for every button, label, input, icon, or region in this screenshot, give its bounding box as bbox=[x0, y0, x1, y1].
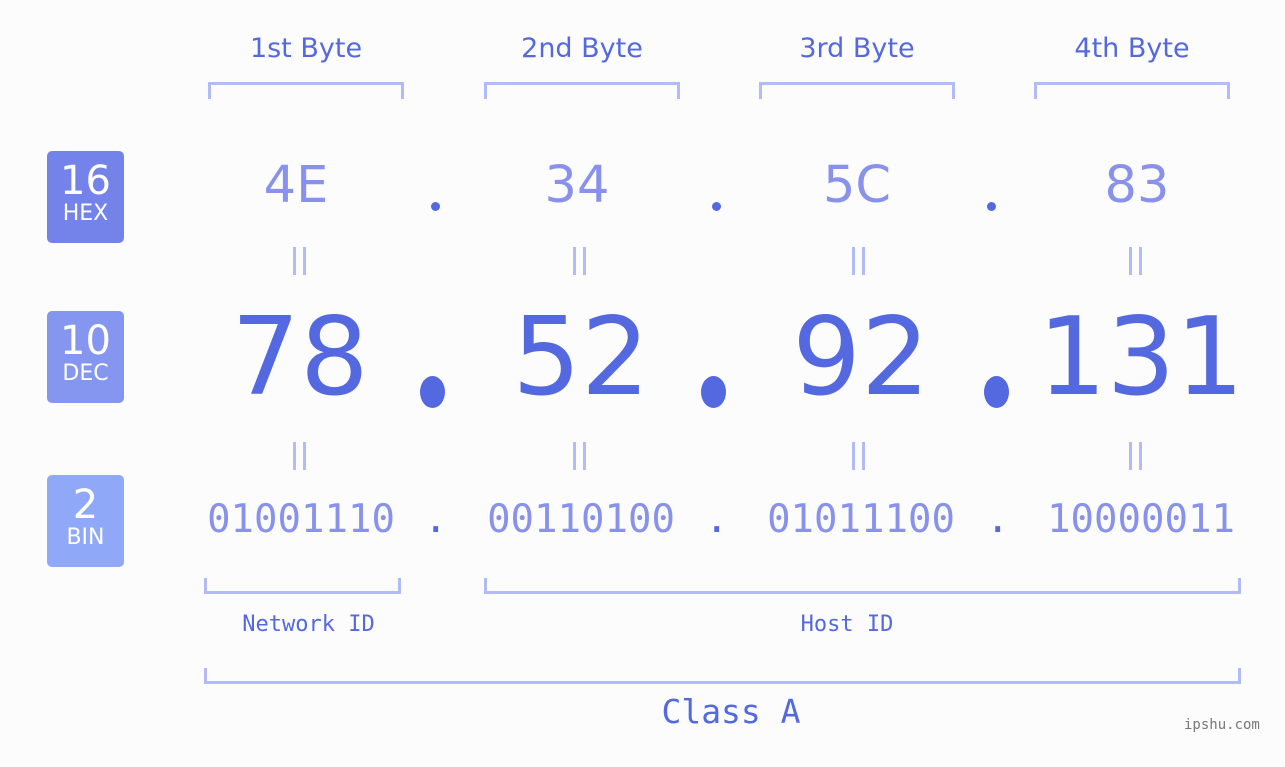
class-label: Class A bbox=[661, 692, 801, 731]
dec-badge: 10 DEC bbox=[47, 311, 124, 403]
dec-separator-dot bbox=[420, 376, 445, 408]
byte-label-3: 3rd Byte bbox=[799, 33, 915, 64]
bin-separator-dot: . bbox=[424, 497, 448, 542]
dec-byte-4: 131 bbox=[1037, 295, 1245, 420]
bin-byte-3: 01011100 bbox=[767, 497, 955, 542]
dec-badge-number: 10 bbox=[60, 318, 111, 364]
dec-separator-dot bbox=[984, 376, 1009, 408]
equals-icon bbox=[573, 247, 587, 275]
hex-separator-dot bbox=[431, 202, 440, 211]
byte-bracket-3 bbox=[759, 82, 955, 99]
bin-separator-dot: . bbox=[705, 497, 729, 542]
host-id-label: Host ID bbox=[800, 612, 894, 637]
equals-icon bbox=[852, 442, 866, 470]
equals-icon bbox=[1129, 247, 1143, 275]
equals-icon bbox=[293, 247, 307, 275]
hex-byte-4: 83 bbox=[1104, 156, 1170, 215]
hex-badge-label: HEX bbox=[62, 201, 109, 226]
hex-badge: 16 HEX bbox=[47, 151, 124, 243]
watermark: ipshu.com bbox=[1184, 717, 1260, 733]
dec-byte-2: 52 bbox=[512, 295, 650, 420]
dec-byte-1: 78 bbox=[231, 295, 369, 420]
bin-badge-number: 2 bbox=[72, 482, 99, 528]
byte-label-4: 4th Byte bbox=[1074, 33, 1190, 64]
bin-byte-1: 01001110 bbox=[207, 497, 395, 542]
host-id-bracket bbox=[484, 578, 1241, 594]
class-bracket bbox=[204, 668, 1241, 684]
equals-icon bbox=[1129, 442, 1143, 470]
hex-byte-2: 34 bbox=[544, 156, 610, 215]
hex-separator-dot bbox=[712, 202, 721, 211]
equals-icon bbox=[852, 247, 866, 275]
hex-byte-1: 4E bbox=[263, 156, 329, 215]
byte-bracket-4 bbox=[1034, 82, 1230, 99]
hex-badge-number: 16 bbox=[60, 158, 111, 204]
dec-badge-label: DEC bbox=[62, 361, 109, 386]
byte-label-2: 2nd Byte bbox=[521, 33, 643, 64]
dec-byte-3: 92 bbox=[792, 295, 930, 420]
network-id-bracket bbox=[204, 578, 401, 594]
hex-byte-3: 5C bbox=[822, 156, 892, 215]
equals-icon bbox=[293, 442, 307, 470]
hex-separator-dot bbox=[987, 202, 996, 211]
bin-byte-2: 00110100 bbox=[487, 497, 675, 542]
byte-label-1: 1st Byte bbox=[249, 33, 363, 64]
byte-bracket-2 bbox=[484, 82, 680, 99]
byte-bracket-1 bbox=[208, 82, 404, 99]
dec-separator-dot bbox=[701, 376, 726, 408]
bin-badge: 2 BIN bbox=[47, 475, 124, 567]
network-id-label: Network ID bbox=[242, 612, 375, 637]
bin-badge-label: BIN bbox=[66, 525, 105, 550]
bin-separator-dot: . bbox=[986, 497, 1010, 542]
equals-icon bbox=[573, 442, 587, 470]
bin-byte-4: 10000011 bbox=[1047, 497, 1235, 542]
